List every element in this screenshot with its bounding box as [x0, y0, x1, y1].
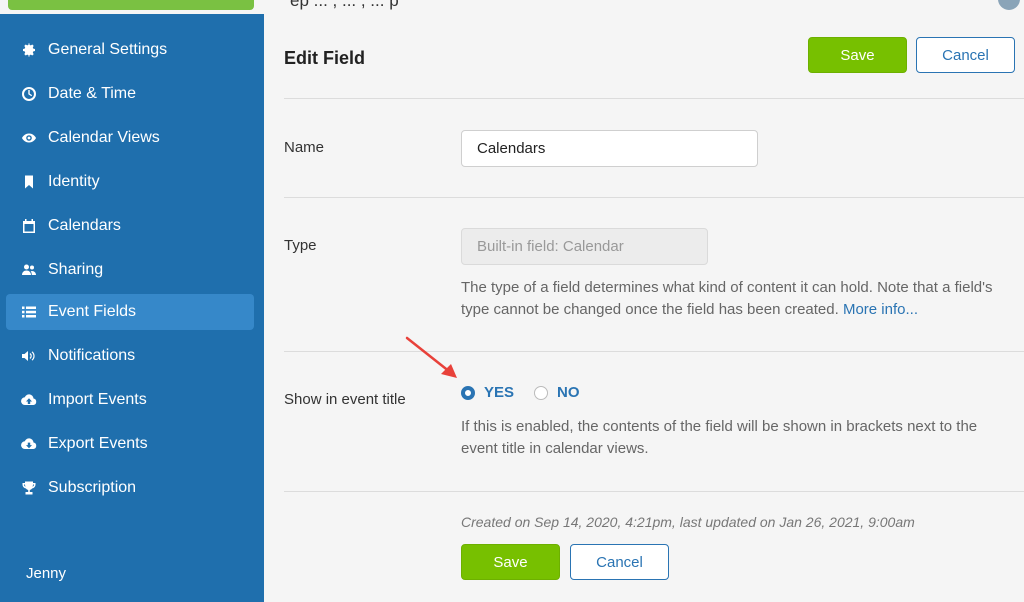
cloud-upload-icon [18, 390, 40, 410]
show-in-title-label: Show in event title [284, 391, 406, 408]
list-icon [18, 302, 40, 322]
sidebar-item-subscription[interactable]: Subscription [6, 470, 254, 506]
edit-field-panel: Edit Field Save Cancel Name Type Built-i… [264, 14, 1024, 602]
radio-no-circle[interactable] [534, 385, 549, 400]
top-header-text: ep ... , ... , ... p [290, 0, 399, 10]
sidebar-item-calendars[interactable]: Calendars [6, 208, 254, 244]
top-header: ep ... , ... , ... p [0, 0, 1024, 14]
sidebar-item-label: Notifications [48, 347, 136, 364]
sidebar-item-label: Calendar Views [48, 129, 160, 146]
divider [284, 197, 1024, 198]
page-title: Edit Field [284, 48, 365, 68]
gear-icon [18, 40, 40, 60]
sidebar-item-calendar-views[interactable]: Calendar Views [6, 120, 254, 156]
sidebar-item-import-events[interactable]: Import Events [6, 382, 254, 418]
created-updated-meta: Created on Sep 14, 2020, 4:21pm, last up… [461, 514, 915, 530]
sidebar-item-sharing[interactable]: Sharing [6, 252, 254, 288]
type-label: Type [284, 237, 317, 254]
avatar[interactable] [998, 0, 1020, 10]
sidebar-item-label: Event Fields [48, 303, 137, 320]
bookmark-icon [18, 172, 40, 192]
radio-yes-label[interactable]: YES [484, 384, 514, 401]
sidebar-item-label: General Settings [48, 41, 168, 58]
sidebar-item-notifications[interactable]: Notifications [6, 338, 254, 374]
sidebar-item-label: Identity [48, 173, 100, 190]
sidebar-item-date-time[interactable]: Date & Time [6, 76, 254, 112]
divider [284, 98, 1024, 99]
name-input[interactable] [461, 130, 758, 167]
more-info-link[interactable]: More info... [843, 301, 918, 318]
sidebar-item-label: Import Events [48, 391, 147, 408]
radio-yes[interactable]: YES [461, 384, 514, 401]
eye-icon [18, 128, 40, 148]
sidebar-item-identity[interactable]: Identity [6, 164, 254, 200]
sidebar-item-export-events[interactable]: Export Events [6, 426, 254, 462]
cancel-button[interactable]: Cancel [916, 37, 1015, 73]
sidebar-item-label: Calendars [48, 217, 121, 234]
users-icon [18, 260, 40, 280]
top-green-button[interactable] [8, 0, 254, 10]
show-in-title-radio-group: YES NO [461, 384, 600, 401]
sidebar-item-label: Export Events [48, 435, 148, 452]
radio-no-label[interactable]: NO [557, 384, 580, 401]
sidebar-item-general-settings[interactable]: General Settings [6, 32, 254, 68]
trophy-icon [18, 478, 40, 498]
sidebar-user-name[interactable]: Jenny [26, 565, 66, 582]
name-label: Name [284, 139, 325, 156]
clock-icon [18, 84, 40, 104]
sidebar: General Settings Date & Time Calendar Vi… [0, 14, 264, 602]
cloud-download-icon [18, 434, 40, 454]
annotation-arrow-icon [405, 336, 457, 378]
sidebar-item-event-fields[interactable]: Event Fields [6, 294, 254, 330]
footer-cancel-button[interactable]: Cancel [570, 544, 669, 580]
save-button[interactable]: Save [808, 37, 907, 73]
type-help-text: The type of a field determines what kind… [461, 277, 1011, 321]
radio-no[interactable]: NO [534, 384, 580, 401]
sidebar-item-label: Date & Time [48, 85, 137, 102]
show-in-title-help-text: If this is enabled, the contents of the … [461, 418, 978, 457]
calendar-icon [18, 216, 40, 236]
sidebar-item-label: Sharing [48, 261, 104, 278]
sidebar-item-label: Subscription [48, 479, 137, 496]
footer-save-button[interactable]: Save [461, 544, 560, 580]
speaker-icon [18, 346, 40, 366]
radio-yes-circle[interactable] [461, 385, 475, 400]
divider [284, 491, 1024, 492]
type-field: Built-in field: Calendar [461, 228, 708, 265]
